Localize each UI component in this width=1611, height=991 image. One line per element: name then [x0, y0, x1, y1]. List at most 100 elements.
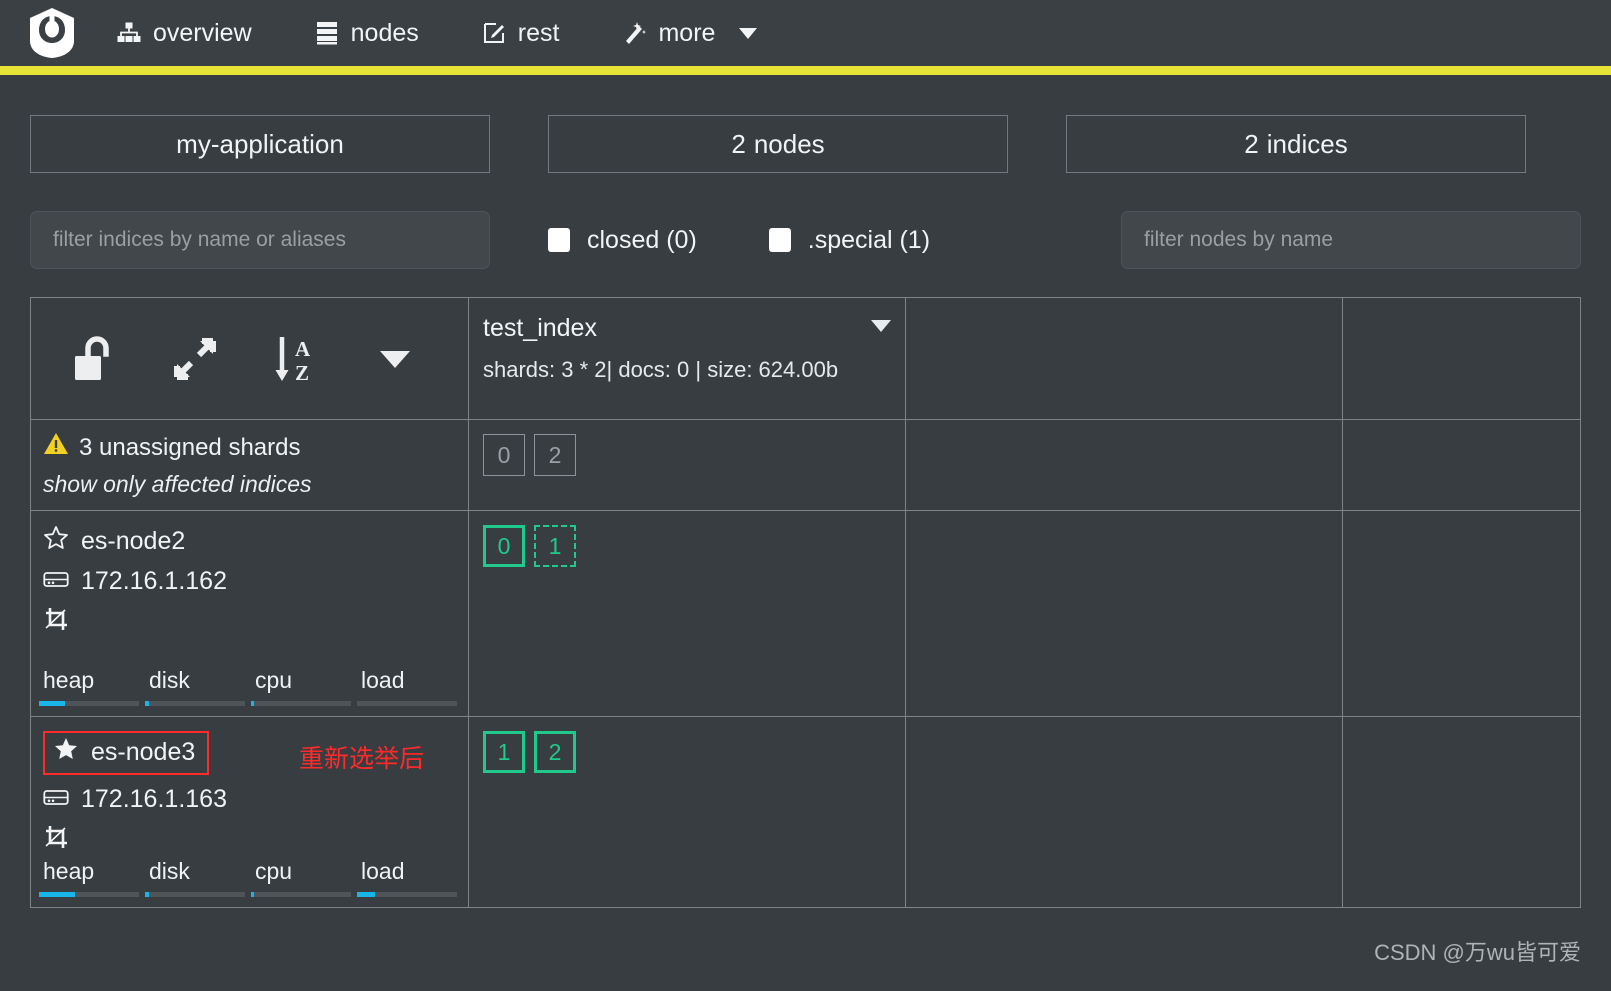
metric-label: heap: [43, 667, 95, 693]
indices-count-box[interactable]: 2 indices: [1066, 115, 1526, 173]
metric-bar: [251, 701, 351, 706]
metric-heap: heap: [39, 858, 145, 897]
index-header: test_index shards: 3 * 2| docs: 0 | size…: [469, 298, 905, 419]
shard-box[interactable]: 2: [534, 434, 576, 476]
index-name[interactable]: test_index: [483, 314, 887, 343]
annotation-text: 重新选举后: [299, 745, 425, 773]
shard-box[interactable]: 0: [483, 434, 525, 476]
metric-label: cpu: [255, 667, 293, 693]
node-metrics: heap disk cpu load: [39, 667, 464, 706]
metric-label: load: [361, 858, 405, 884]
metric-load: load: [357, 667, 463, 706]
index-meta: shards: 3 * 2| docs: 0 | size: 624.00b: [483, 357, 839, 382]
sort-alpha-asc-icon[interactable]: A Z: [245, 334, 345, 384]
accent-bar: [0, 66, 1611, 75]
warning-triangle-icon: [43, 432, 69, 463]
nav-item-overview[interactable]: overview: [116, 19, 252, 48]
special-filter-toggle[interactable]: .special (1): [768, 225, 931, 255]
data-node-icon: [43, 606, 71, 638]
metric-bar: [145, 892, 245, 897]
data-node-icon: [43, 824, 71, 856]
metric-label: disk: [149, 858, 190, 884]
hard-drive-icon: [43, 785, 69, 814]
metric-bar: [357, 701, 457, 706]
node-info-cell: es-node2 172.16.1.162 heap disk cpu load: [31, 511, 468, 716]
closed-filter-toggle[interactable]: closed (0): [548, 226, 697, 255]
nav-item-more[interactable]: more: [621, 19, 758, 48]
filter-indices-input[interactable]: [30, 211, 490, 269]
metric-disk: disk: [145, 667, 251, 706]
shard-box[interactable]: 2: [534, 731, 576, 773]
node-shards-cell: 1 2: [468, 717, 905, 907]
node-name: es-node3: [91, 737, 196, 766]
expand-arrows-icon[interactable]: [145, 337, 245, 381]
grid-empty-cell: [905, 511, 1342, 716]
node-ip-row: 172.16.1.162: [43, 567, 468, 596]
special-filter-label: .special (1): [807, 225, 931, 254]
top-navbar: overview nodes rest more: [0, 0, 1611, 66]
node-metrics: heap disk cpu load: [39, 858, 464, 897]
chevron-down-icon[interactable]: [345, 348, 445, 370]
metric-load: load: [357, 858, 463, 897]
chevron-down-icon[interactable]: [871, 320, 891, 332]
svg-text:Z: Z: [295, 361, 309, 384]
node-title[interactable]: es-node3: [43, 731, 210, 775]
nav-label-nodes: nodes: [350, 18, 419, 47]
hard-drive-icon: [43, 567, 69, 596]
cluster-name-box[interactable]: my-application: [30, 115, 490, 173]
checkbox-icon[interactable]: [768, 228, 791, 252]
grid-empty-cell: [905, 420, 1342, 510]
metric-bar: [145, 701, 245, 706]
metric-fill: [39, 701, 65, 706]
shard-box[interactable]: 1: [534, 525, 576, 567]
filter-nodes-input[interactable]: [1121, 211, 1581, 269]
metric-label: disk: [149, 667, 190, 693]
nav-label-overview: overview: [153, 18, 252, 47]
node-role-icons: [43, 824, 468, 856]
server-stack-icon: [314, 20, 340, 46]
nodes-count: 2: [731, 128, 746, 159]
unassigned-shards-text: 3 unassigned shards: [79, 433, 301, 461]
nodes-count-box[interactable]: 2 nodes: [548, 115, 1008, 173]
metric-cpu: cpu: [251, 858, 357, 897]
unassigned-info-cell: 3 unassigned shards show only affected i…: [31, 420, 468, 510]
metric-bar: [39, 892, 139, 897]
edit-square-icon: [481, 20, 507, 46]
node-title[interactable]: es-node2: [43, 525, 468, 557]
metric-bar: [357, 892, 457, 897]
metric-heap: heap: [39, 667, 145, 706]
nav-item-rest[interactable]: rest: [481, 18, 560, 48]
node-ip-row: 172.16.1.163: [43, 785, 468, 814]
node-row: es-node2 172.16.1.162 heap disk cpu load…: [31, 511, 1580, 717]
grid-toolbar-cell: A Z: [31, 298, 468, 419]
metric-fill: [145, 892, 149, 897]
indices-count: 2: [1244, 128, 1259, 159]
metric-bar: [251, 892, 351, 897]
chevron-down-icon: [739, 27, 758, 39]
metric-cpu: cpu: [251, 667, 357, 706]
show-affected-indices-link[interactable]: show only affected indices: [43, 471, 468, 498]
svg-text:A: A: [295, 337, 311, 361]
closed-filter-label: closed (0): [587, 225, 697, 254]
magic-wand-icon: [621, 20, 647, 46]
index-header-cell: test_index shards: 3 * 2| docs: 0 | size…: [468, 298, 905, 419]
node-row: es-node3 重新选举后 172.16.1.163 heap disk cp…: [31, 717, 1580, 907]
cluster-grid: A Z test_index shards: 3 * 2| docs: 0 | …: [30, 297, 1581, 908]
watermark: CSDN @万wu皆可爱: [1374, 940, 1581, 965]
grid-empty-cell: [905, 298, 1342, 419]
metric-disk: disk: [145, 858, 251, 897]
cerebro-logo[interactable]: [26, 7, 78, 59]
filter-nodes-wrapper: [1121, 211, 1581, 269]
metric-fill: [357, 892, 375, 897]
indices-count-label: indices: [1266, 128, 1348, 159]
shard-box[interactable]: 0: [483, 525, 525, 567]
shard-box[interactable]: 1: [483, 731, 525, 773]
checkbox-icon[interactable]: [548, 228, 570, 252]
nav-label-rest: rest: [517, 18, 560, 47]
nav-item-nodes[interactable]: nodes: [314, 19, 419, 48]
open-lock-icon[interactable]: [45, 335, 145, 383]
filters-row: closed (0) .special (1): [0, 173, 1611, 269]
node-role-icons: [43, 606, 468, 638]
node-name: es-node2: [81, 526, 186, 555]
metric-fill: [251, 892, 254, 897]
